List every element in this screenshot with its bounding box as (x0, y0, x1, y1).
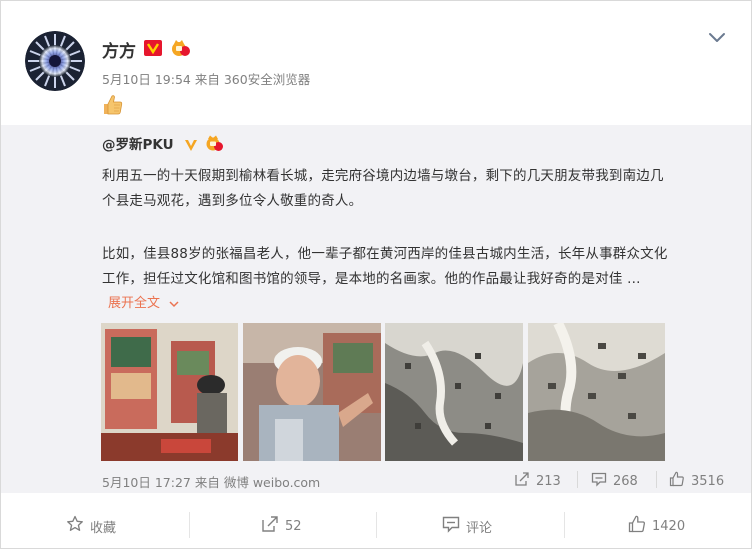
repost-meta: 5月10日 17:27 来自 微博 weibo.com (102, 472, 320, 491)
thumbs-up-emoji-icon (101, 93, 125, 117)
divider (564, 512, 565, 538)
chevron-down-icon (164, 296, 180, 311)
author-avatar[interactable] (25, 31, 85, 91)
photo-thumbnail[interactable] (528, 323, 665, 461)
repost-time[interactable]: 5月10日 17:27 (102, 475, 191, 490)
original-comment-button[interactable]: 268 (591, 471, 638, 491)
repost-count: 52 (285, 518, 302, 534)
repost-source[interactable]: 微博 weibo.com (224, 475, 320, 490)
repost-source-prefix: 来自 (194, 475, 220, 490)
divider (577, 471, 578, 488)
original-like-count: 3516 (691, 473, 725, 489)
divider (189, 512, 190, 538)
repost-user[interactable]: @罗新PKU (102, 133, 174, 153)
photo-thumbnail[interactable] (243, 323, 381, 461)
original-like-button[interactable]: 3516 (669, 471, 724, 491)
comment-button[interactable]: 评论 (442, 515, 492, 537)
repost-text-line: 利用五一的十天假期到榆林看长城，走完府谷境内边墙与墩台，剩下的几天朋友带我到南边… (102, 168, 664, 184)
repost-text-line: 比如，佳县88岁的张福昌老人，他一辈子都在黄河西岸的佳县古城内生活，长年从事群众… (102, 246, 668, 262)
repost-text-line: 工作，担任过文化馆和图书馆的领导，是本地的名画家。他的作品最让我好奇的是对佳 .… (102, 271, 641, 287)
original-comment-count: 268 (613, 473, 638, 489)
star-icon (66, 515, 84, 537)
favorite-label: 收藏 (90, 520, 117, 536)
post-source[interactable]: 360安全浏览器 (224, 72, 310, 87)
repost-button[interactable]: 52 (261, 515, 302, 537)
share-icon (514, 471, 530, 491)
thumbs-up-icon (669, 471, 685, 491)
share-icon (261, 515, 279, 537)
chevron-down-icon[interactable] (707, 29, 727, 47)
post-time[interactable]: 5月10日 19:54 (102, 72, 191, 87)
like-button[interactable]: 1420 (628, 515, 685, 537)
expand-label: 展开全文 (108, 296, 161, 311)
weibo-post-card: 方方 5月10日 19:54 来自 360安全浏览器 @罗新PKU 利用五一的十… (0, 0, 752, 549)
original-repost-count: 213 (536, 473, 561, 489)
author-name[interactable]: 方方 (102, 37, 136, 62)
like-count: 1420 (652, 518, 686, 534)
vip-member-icon (204, 135, 224, 152)
repost-text-line: 个县走马观花，遇到多位令人敬重的奇人。 (102, 193, 363, 209)
vip-member-icon (169, 39, 191, 57)
comment-label: 评论 (466, 520, 493, 536)
post-meta: 5月10日 19:54 来自 360安全浏览器 (102, 69, 310, 88)
expand-full-text-link[interactable]: 展开全文 (108, 292, 180, 311)
comment-icon (591, 471, 607, 491)
divider (656, 471, 657, 488)
verified-v-icon (144, 40, 162, 56)
thumbs-up-icon (628, 515, 646, 537)
photo-thumbnail[interactable] (101, 323, 238, 461)
divider (376, 512, 377, 538)
post-source-prefix: 来自 (194, 72, 220, 87)
comment-icon (442, 515, 460, 537)
original-repost-button[interactable]: 213 (514, 471, 561, 491)
verified-v-icon (184, 137, 198, 151)
favorite-button[interactable]: 收藏 (66, 515, 116, 537)
photo-thumbnail[interactable] (385, 323, 523, 461)
